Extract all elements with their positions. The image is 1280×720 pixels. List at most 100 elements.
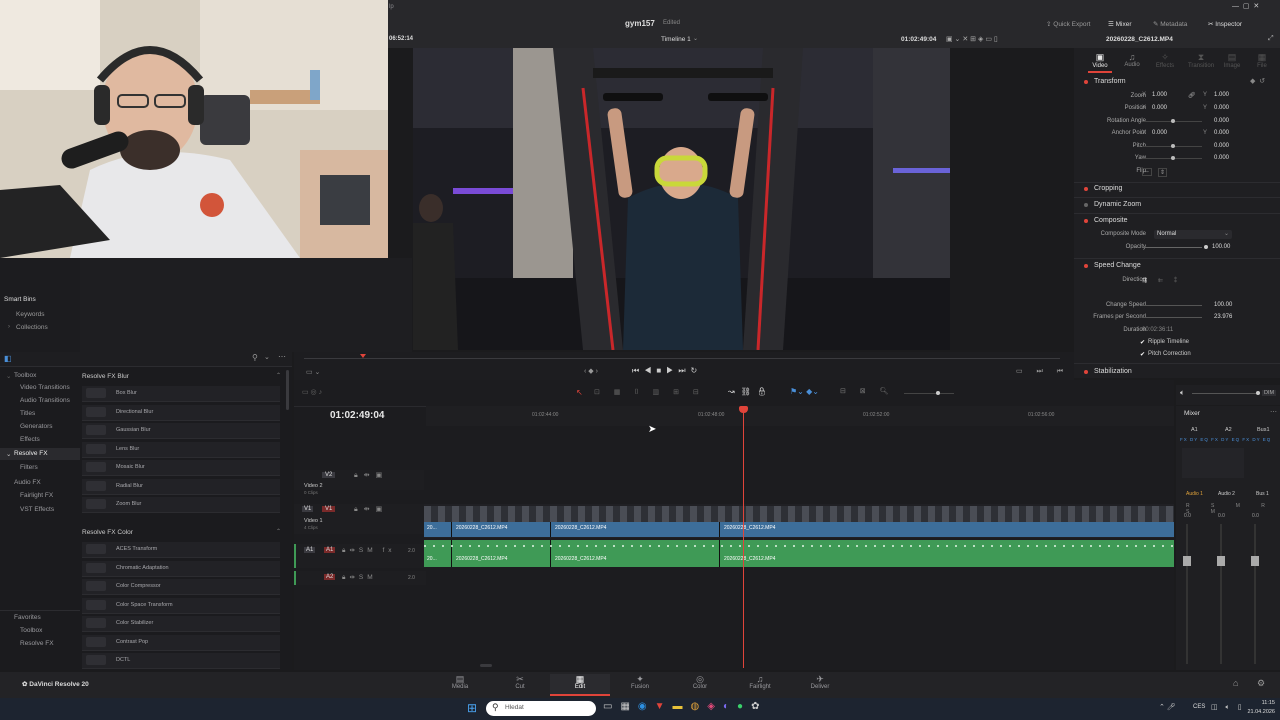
fx-item[interactable]: Color Compressor	[82, 579, 280, 595]
tab-video[interactable]: ▣ Video	[1088, 52, 1112, 69]
chevron-up-icon[interactable]: ⌃	[276, 372, 281, 379]
fx-item[interactable]: DCTL	[82, 653, 280, 669]
selection-tool-icon[interactable]: ↖	[576, 388, 583, 397]
horizontal-scrollbar[interactable]	[480, 664, 492, 667]
fx-item[interactable]: ACES Transform	[82, 542, 280, 558]
gear-icon[interactable]: ⚙	[1257, 678, 1265, 689]
video-clip[interactable]: 20260228_C2612.MP4	[720, 522, 1174, 537]
keywords-item[interactable]: Keywords	[16, 311, 45, 318]
track-id-v1[interactable]: V1	[322, 506, 336, 512]
tree-filters[interactable]: Filters	[20, 464, 38, 471]
edit-tools[interactable]: ⊡ ▦ ⌷ ▥ ⊞ ⊟	[594, 388, 705, 397]
keyboard-language[interactable]: CES	[1193, 704, 1205, 710]
playback-controls[interactable]: ⏮◀■▶⏭↻	[632, 366, 702, 376]
window-controls[interactable]: — ▢ ✕	[1232, 2, 1259, 10]
page-fusion[interactable]: ✦ Fusion	[620, 674, 660, 694]
pitch-slider-handle[interactable]	[1171, 144, 1175, 148]
stabilization-title[interactable]: Stabilization	[1094, 368, 1132, 375]
taskbar-app-icons[interactable]: ▭▦◉▼▬◍◈◐●✿	[603, 701, 767, 712]
chevron-up-icon[interactable]: ⌃	[276, 528, 281, 535]
flip-horizontal-icon[interactable]: ⇔	[1142, 168, 1152, 176]
change-speed-field[interactable]: 100.00	[1214, 302, 1232, 308]
composite-title[interactable]: Composite	[1094, 217, 1127, 224]
fx-item[interactable]: Color Space Transform	[82, 597, 280, 614]
yaw-slider-handle[interactable]	[1171, 156, 1175, 160]
track-header-a1[interactable]: A1 A1 🔒︎⇹SM fx 2.0	[294, 544, 426, 568]
fx-item[interactable]: Lens Blur	[82, 441, 280, 458]
tree-resolve-fx-selected[interactable]: ⌄ Resolve FX	[0, 448, 80, 460]
scrollbar[interactable]	[286, 370, 289, 410]
tree-toolbox[interactable]: Toolbox	[14, 372, 36, 379]
expand-icon[interactable]: ⤢	[1268, 35, 1274, 43]
mixer-routing-row[interactable]: FX DY EQ FX DY EQ FX DY EQ	[1180, 437, 1271, 442]
jog-icon[interactable]: ‹ ◆ ›	[584, 367, 598, 375]
tray-status-icons[interactable]: ◫ 🔈︎ ▯	[1211, 703, 1245, 712]
video-clip[interactable]: 20260228_C2612.MP4	[551, 522, 720, 537]
tab-file[interactable]: ▦ File	[1250, 52, 1274, 69]
tree-audio-fx[interactable]: Audio FX	[14, 479, 41, 486]
viewer-mode-icon[interactable]: ▭ ⌄	[306, 368, 320, 376]
video-clip[interactable]: 20...	[424, 522, 452, 537]
anchor-y-field[interactable]: 0.000	[1214, 130, 1229, 136]
spotify-icon[interactable]: ●	[737, 701, 751, 712]
page-color[interactable]: ◎ Color	[680, 674, 720, 694]
menu-fragment[interactable]: lp	[389, 4, 394, 10]
tree-fav-toolbox[interactable]: Toolbox	[20, 627, 42, 634]
discord-icon[interactable]: ◐	[723, 701, 737, 712]
flip-vertical-icon[interactable]: ⇕	[1158, 168, 1168, 177]
timeline-zoom-slider[interactable]	[904, 393, 954, 394]
opacity-slider[interactable]	[1142, 247, 1202, 248]
speed-change-title[interactable]: Speed Change	[1094, 262, 1141, 269]
track-id-v2[interactable]: V2	[322, 472, 336, 478]
inspector-button[interactable]: ✂ Inspector	[1208, 20, 1242, 28]
cropping-title[interactable]: Cropping	[1094, 185, 1122, 192]
timeline-ruler[interactable]: 01:02:44:00 01:02:48:00 01:02:52:00 01:0…	[426, 406, 1174, 426]
home-icon[interactable]: ⌂	[1233, 678, 1238, 688]
tree-fairlight-fx[interactable]: Fairlight FX	[20, 492, 53, 499]
fx-item[interactable]: Mosaic Blur	[82, 460, 280, 476]
fx-item[interactable]: Box Blur	[82, 386, 280, 402]
anchor-x-field[interactable]: 0.000	[1152, 130, 1167, 136]
track-controls-v2[interactable]: 🔒︎⇹▣	[354, 471, 388, 480]
tab-transition[interactable]: ⧗ Transition	[1186, 52, 1216, 69]
tray-icons[interactable]: ⌃ 🎤︎	[1159, 703, 1176, 711]
fx-item[interactable]: Directional Blur	[82, 404, 280, 421]
more-options-icon[interactable]: ⋯	[1270, 408, 1277, 416]
edge-icon[interactable]: ◉	[638, 701, 655, 712]
vivaldi-icon[interactable]: ▼	[655, 701, 673, 712]
page-edit[interactable]: ▦ Edit	[550, 674, 610, 696]
keyframe-icon[interactable]: ◆ ↺	[1250, 77, 1265, 85]
timeline-view-options-icon[interactable]: ▭ ◎ ♪	[302, 388, 322, 396]
task-view-icon[interactable]: ▭	[603, 701, 620, 712]
timeline-zoom-handle[interactable]	[936, 391, 940, 395]
timeline-playhead[interactable]	[743, 406, 744, 668]
rotation-field[interactable]: 0.000	[1214, 118, 1229, 124]
video-clip[interactable]: 20260228_C2612.MP4	[452, 522, 551, 537]
mixer-button[interactable]: ☰ Mixer	[1108, 20, 1132, 28]
fader-track-bus1[interactable]	[1254, 524, 1256, 664]
fx-item[interactable]: Gaussian Blur	[82, 423, 280, 439]
track-controls-v1[interactable]: 🔒︎⇹▣	[354, 505, 388, 514]
track-target-v1[interactable]: V1	[302, 506, 314, 512]
position-y-field[interactable]: 0.000	[1214, 105, 1229, 111]
calendar-icon[interactable]: ▦	[620, 701, 637, 712]
fader-handle-a1[interactable]	[1183, 556, 1191, 566]
blur-category-header[interactable]: Resolve FX Blur	[82, 373, 129, 380]
color-category-header[interactable]: Resolve FX Color	[82, 529, 133, 536]
direction-forward-icon[interactable]: ⇶	[1142, 277, 1147, 284]
play-reverse-icon[interactable]: ◀	[644, 366, 656, 375]
taskbar-time[interactable]: 11:15	[1247, 700, 1275, 706]
tree-titles[interactable]: Titles	[20, 410, 35, 417]
windows-start-icon[interactable]: ⊞	[467, 701, 477, 715]
chevron-down-icon[interactable]: ⌄	[6, 372, 11, 380]
skip-start-icon[interactable]: ⏮	[632, 366, 644, 375]
page-fairlight[interactable]: ♫ Fairlight	[740, 674, 780, 694]
playhead-handle[interactable]	[739, 406, 748, 413]
timeline-name[interactable]: Timeline 1	[661, 36, 691, 43]
program-viewer[interactable]	[413, 48, 950, 350]
panel-toggle-icon[interactable]: ◧	[4, 354, 12, 363]
tab-image[interactable]: ▤ Image	[1220, 52, 1244, 69]
position-x-field[interactable]: 0.000	[1152, 105, 1167, 111]
fx-item[interactable]: Color Stabilizer	[82, 616, 280, 632]
snap-link-tools[interactable]: ↝⛓︎🔒︎	[728, 387, 773, 396]
